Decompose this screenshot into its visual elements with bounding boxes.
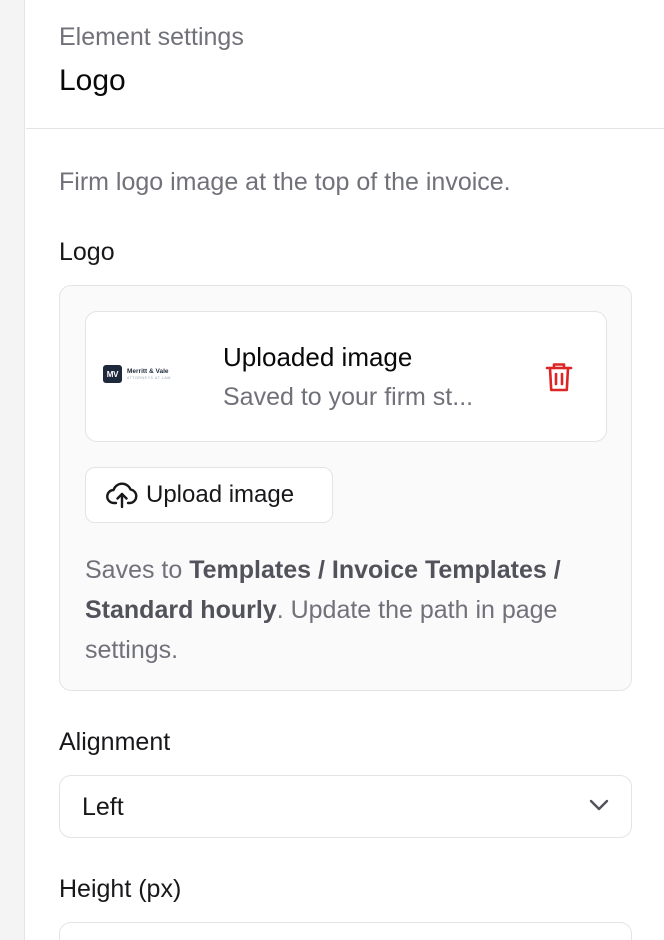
logo-thumbnail: MV Merritt & Vale ATTORNEYS AT LAW [103, 365, 171, 383]
panel-body: Firm logo image at the top of the invoic… [26, 167, 664, 940]
height-label: Height (px) [59, 875, 182, 903]
upload-image-label: Upload image [146, 481, 295, 508]
panel-eyebrow: Element settings [59, 23, 244, 51]
trash-icon [545, 363, 573, 392]
left-rail [0, 0, 25, 940]
element-description: Firm logo image at the top of the invoic… [59, 168, 511, 196]
height-input[interactable] [59, 922, 632, 940]
delete-image-button[interactable] [542, 360, 576, 394]
logo-thumbnail-name: Merritt & Vale [127, 367, 169, 375]
logo-field-label: Logo [59, 238, 115, 266]
logo-thumbnail-mark: MV [103, 365, 122, 383]
alignment-label: Alignment [59, 728, 171, 756]
upload-image-button[interactable]: Upload image [85, 467, 333, 523]
help-prefix: Saves to [85, 556, 190, 584]
element-settings-panel: Element settings Logo Firm logo image at… [26, 0, 664, 940]
chevron-down-icon [589, 799, 609, 811]
alignment-value: Left [82, 793, 124, 821]
panel-title: Logo [59, 64, 126, 97]
cloud-upload-icon [106, 482, 138, 509]
uploaded-image-card: MV Merritt & Vale ATTORNEYS AT LAW Uploa… [85, 311, 607, 442]
panel-header: Element settings Logo [26, 0, 664, 129]
uploaded-image-subtitle: Saved to your firm st... [223, 383, 474, 411]
logo-thumbnail-subtitle: ATTORNEYS AT LAW [127, 375, 172, 380]
upload-help-text: Saves to Templates / Invoice Templates /… [85, 550, 615, 670]
uploaded-image-title: Uploaded image [223, 342, 413, 372]
alignment-select[interactable]: Left [59, 775, 632, 838]
logo-upload-box: MV Merritt & Vale ATTORNEYS AT LAW Uploa… [59, 285, 632, 691]
